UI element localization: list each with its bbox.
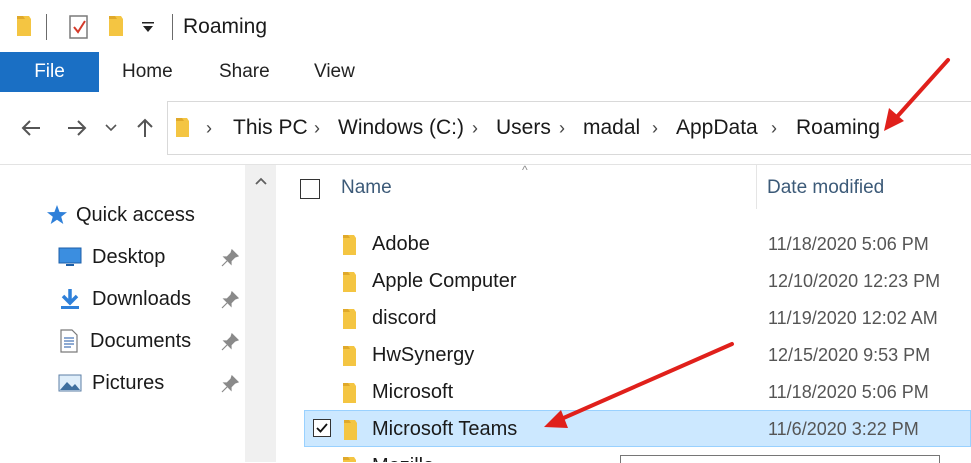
annotation-arrow-teams [544, 342, 734, 428]
annotation-overlay [544, 58, 950, 428]
annotation-arrow-address [884, 58, 950, 131]
